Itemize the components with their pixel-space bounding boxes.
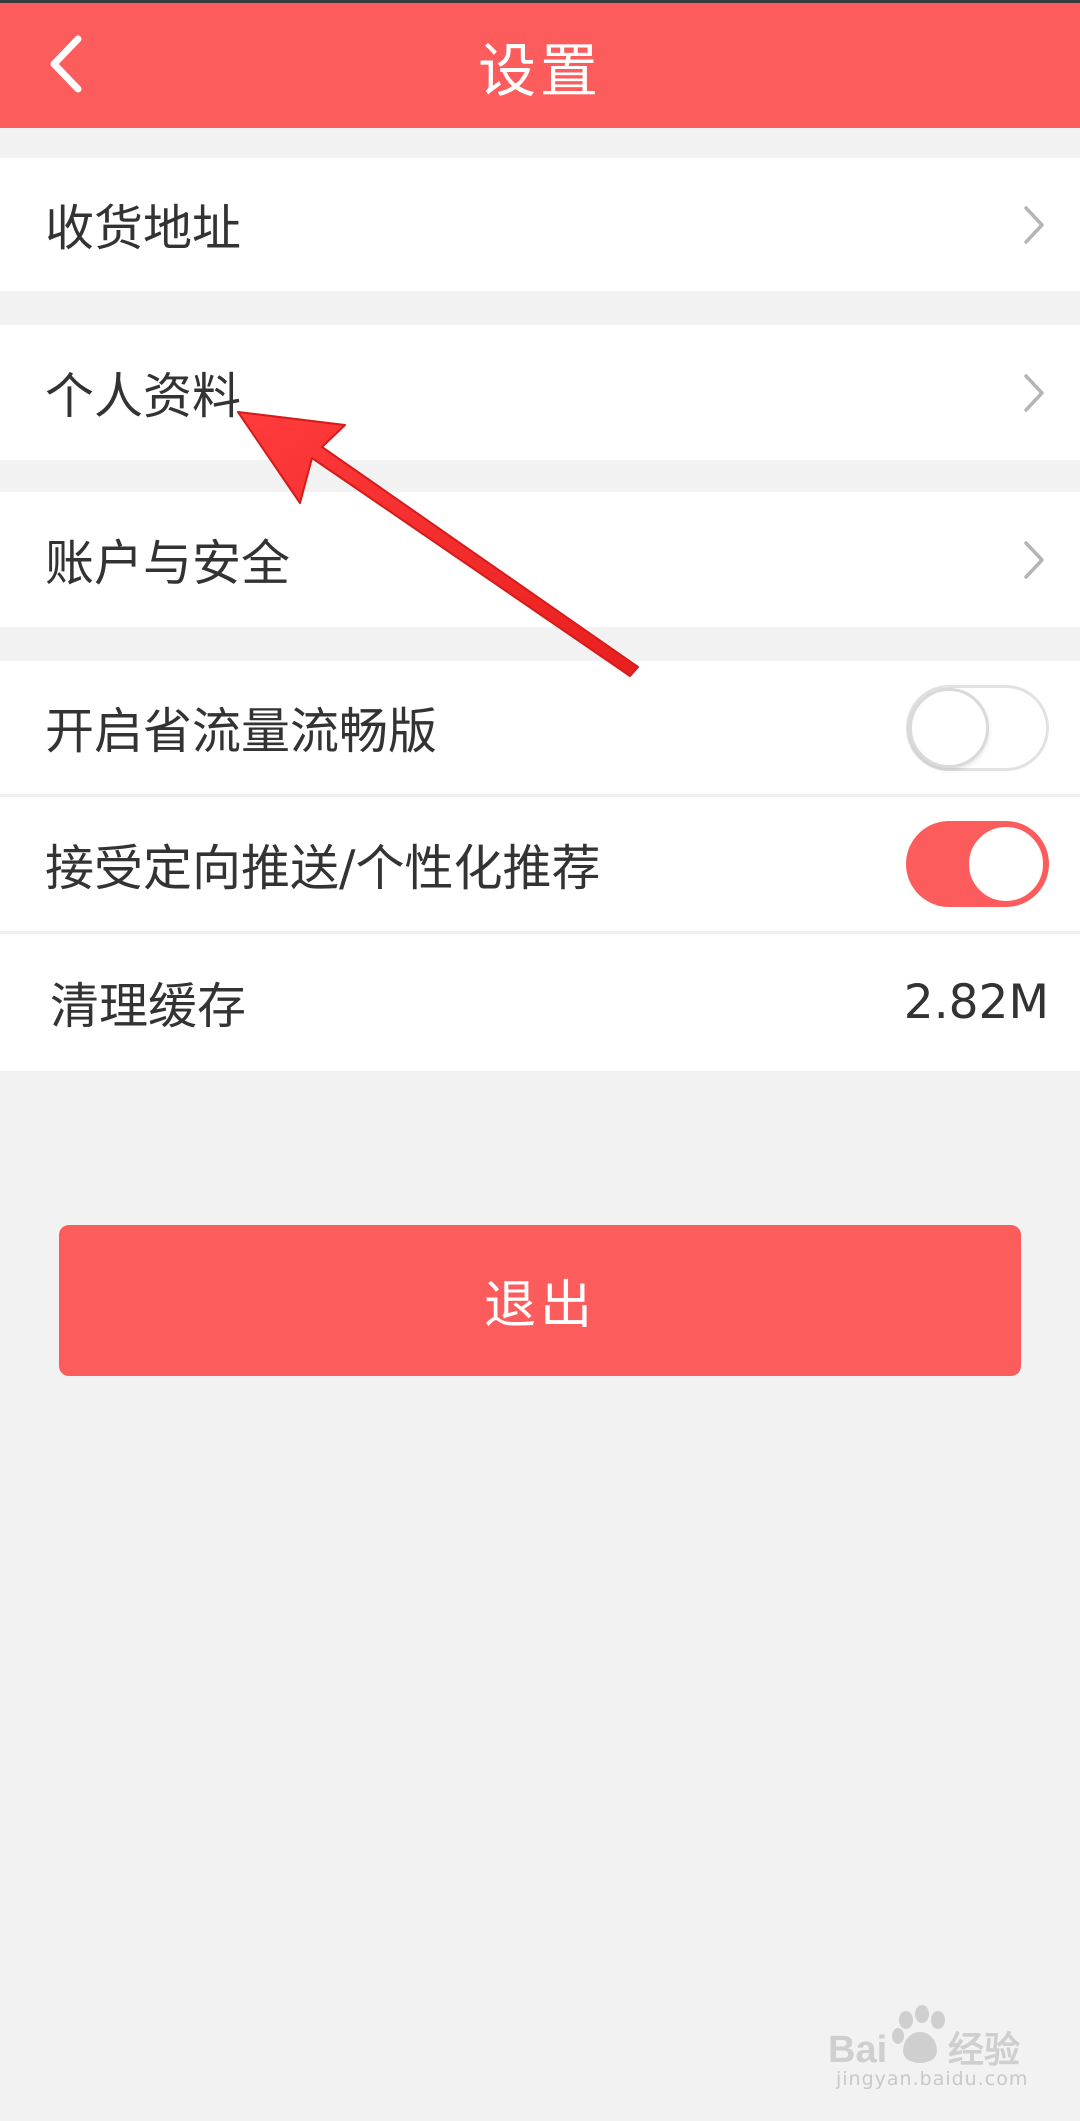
svg-text:Bai: Bai xyxy=(828,2029,887,2071)
settings-item-label: 账户与安全 xyxy=(45,535,291,592)
page-title: 设置 xyxy=(477,36,602,105)
top-bar: 设置 xyxy=(0,0,1080,128)
settings-item-label: 清理缓存 xyxy=(50,978,247,1035)
chevron-right-icon xyxy=(1016,532,1052,588)
svg-text:经验: 经验 xyxy=(948,2030,1020,2071)
settings-item-label: 个人资料 xyxy=(45,368,242,425)
toggle-knob xyxy=(966,824,1046,904)
settings-item-account-security[interactable]: 账户与安全 xyxy=(0,492,1080,627)
settings-item-clear-cache[interactable]: 清理缓存 2.82M xyxy=(0,934,1080,1071)
logout-button[interactable]: 退出 xyxy=(59,1225,1021,1376)
cache-size-value: 2.82M xyxy=(903,975,1049,1030)
watermark-url: jingyan.baidu.com xyxy=(836,2068,1029,2090)
settings-item-label: 接受定向推送/个性化推荐 xyxy=(45,839,601,897)
settings-item-address[interactable]: 收货地址 xyxy=(0,158,1080,291)
personalized-push-toggle[interactable] xyxy=(906,821,1049,907)
chevron-right-icon xyxy=(1016,365,1052,421)
chevron-right-icon xyxy=(1016,197,1052,253)
settings-item-label: 收货地址 xyxy=(45,200,242,257)
data-saver-toggle[interactable] xyxy=(906,684,1049,771)
settings-item-personalized-push: 接受定向推送/个性化推荐 xyxy=(0,797,1080,931)
toggle-knob xyxy=(909,687,989,768)
settings-item-label: 开启省流量流畅版 xyxy=(45,703,438,760)
settings-item-data-saver: 开启省流量流畅版 xyxy=(0,661,1080,794)
settings-item-profile[interactable]: 个人资料 xyxy=(0,325,1080,460)
